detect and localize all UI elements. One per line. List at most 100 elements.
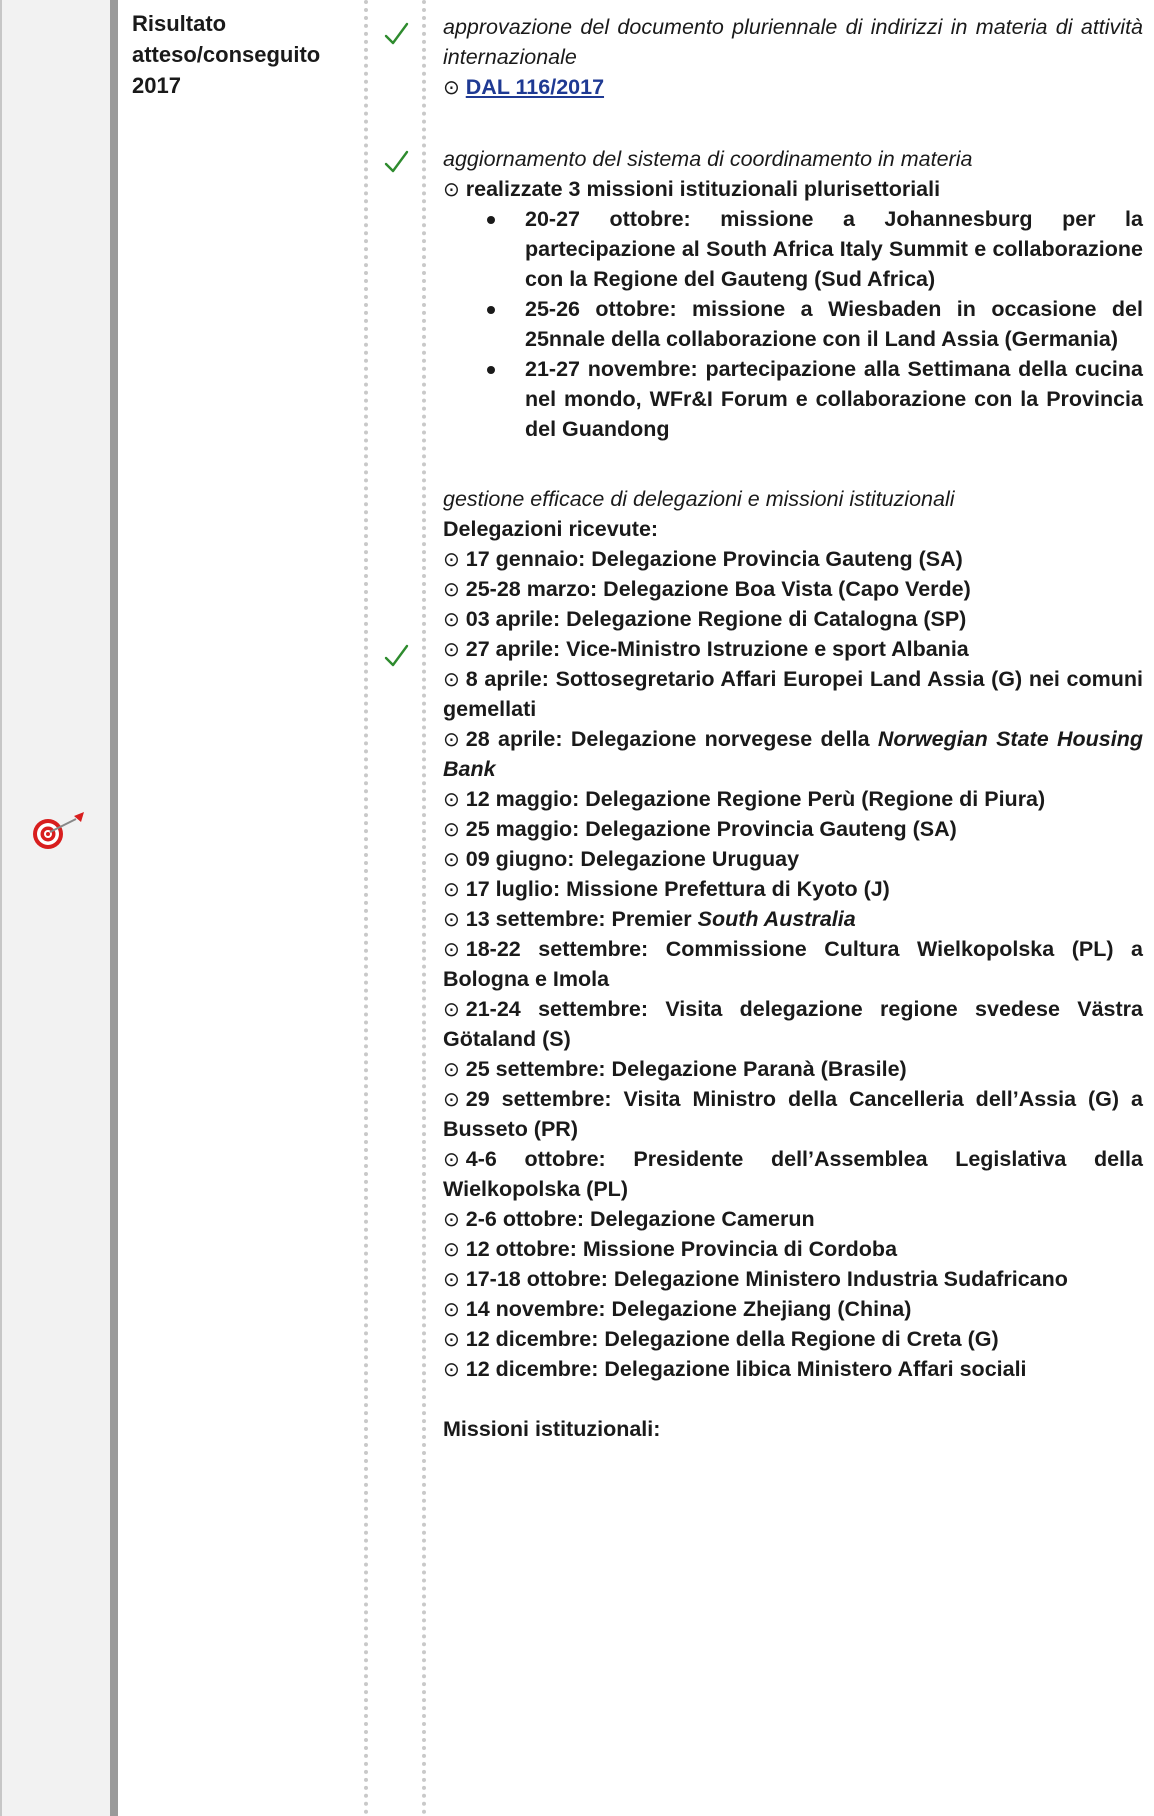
checkmark-icon: [384, 22, 409, 45]
column-separator: [110, 0, 118, 1816]
summary-line: ⊙ realizzate 3 missioni istituzionali plu…: [443, 174, 1143, 204]
list-item: 20-27 ottobre: missione a Johannesburg p…: [443, 204, 1143, 294]
delegation-text: 25 maggio: Delegazione Provincia Gauteng…: [465, 817, 957, 841]
delegation-text: 12 dicembre: Delegazione libica Minister…: [465, 1357, 1027, 1381]
circled-dot-bullet: ⊙: [443, 877, 460, 901]
circled-dot-bullet: ⊙: [443, 727, 460, 751]
list-item: ⊙ 17-18 ottobre: Delegazione Ministero In…: [443, 1264, 1143, 1294]
dotted-divider: [364, 0, 368, 1816]
list-item: ⊙ 25-28 marzo: Delegazione Boa Vista (Cap…: [443, 574, 1143, 604]
circled-dot-bullet: ⊙: [443, 937, 460, 961]
circled-dot-bullet: ⊙: [443, 907, 460, 931]
delegation-text: 12 maggio: Delegazione Regione Perù (Reg…: [465, 787, 1046, 811]
dal-link[interactable]: DAL 116/2017: [466, 75, 604, 99]
delegation-text: 14 novembre: Delegazione Zhejiang (China…: [465, 1297, 912, 1321]
list-item: ⊙ 17 gennaio: Delegazione Provincia Gaute…: [443, 544, 1143, 574]
circled-dot-bullet: ⊙: [443, 817, 460, 841]
delegation-text: 29 settembre: Visita Ministro della Canc…: [443, 1087, 1143, 1141]
list-item: ⊙ 18-22 settembre: Commissione Cultura Wi…: [443, 934, 1143, 994]
delegation-text: 25-28 marzo: Delegazione Boa Vista (Capo…: [465, 577, 971, 601]
list-item: ⊙ 28 aprile: Delegazione norvegese della …: [443, 724, 1143, 784]
circled-dot-bullet: ⊙: [443, 75, 460, 99]
circled-dot-bullet: ⊙: [443, 847, 460, 871]
content-cell: approvazione del documento pluriennale d…: [443, 12, 1143, 1444]
objective-title: gestione efficace di delegazioni e missi…: [443, 487, 955, 511]
circled-dot-bullet: ⊙: [443, 1267, 460, 1291]
delegation-text: 17 gennaio: Delegazione Provincia Gauten…: [465, 547, 963, 571]
mission-text: 21-27 novembre: partecipazione alla Sett…: [525, 357, 1143, 441]
circled-dot-bullet: ⊙: [443, 1237, 460, 1261]
mission-list: 20-27 ottobre: missione a Johannesburg p…: [443, 204, 1143, 444]
checkmark-icon: [384, 150, 409, 173]
checkmark-icon: [384, 644, 409, 667]
summary-text: realizzate 3 missioni istituzionali plur…: [465, 177, 941, 201]
list-item: ⊙ 2-6 ottobre: Delegazione Camerun: [443, 1204, 1143, 1234]
objective-item: approvazione del documento pluriennale d…: [443, 12, 1143, 102]
circled-dot-bullet: ⊙: [443, 787, 460, 811]
delegation-list: ⊙ 17 gennaio: Delegazione Provincia Gaute…: [443, 544, 1143, 1384]
delegation-italic-text: South Australia: [697, 907, 856, 931]
objective-item: aggiornamento del sistema di coordinamen…: [443, 144, 1143, 444]
list-item: ⊙ 12 maggio: Delegazione Regione Perù (Re…: [443, 784, 1143, 814]
list-item: ⊙ 12 ottobre: Missione Provincia di Cordo…: [443, 1234, 1143, 1264]
circled-dot-bullet: ⊙: [443, 1327, 460, 1351]
delegation-text: 09 giugno: Delegazione Uruguay: [465, 847, 800, 871]
link-line: ⊙ DAL 116/2017: [443, 72, 1143, 102]
list-item: 25-26 ottobre: missione a Wiesbaden in o…: [443, 294, 1143, 354]
circled-dot-bullet: ⊙: [443, 667, 460, 691]
list-item: ⊙ 17 luglio: Missione Prefettura di Kyoto…: [443, 874, 1143, 904]
list-item: ⊙ 25 maggio: Delegazione Provincia Gauten…: [443, 814, 1143, 844]
delegation-text: 17-18 ottobre: Delegazione Ministero Ind…: [465, 1267, 1068, 1291]
objective-item: gestione efficace di delegazioni e missi…: [443, 484, 1143, 1444]
icon-column: [0, 0, 110, 1816]
mission-text: 25-26 ottobre: missione a Wiesbaden in o…: [525, 297, 1143, 351]
circled-dot-bullet: ⊙: [443, 577, 460, 601]
list-item: ⊙ 13 settembre: Premier South Australia: [443, 904, 1143, 934]
list-item: ⊙ 27 aprile: Vice-Ministro Istruzione e s…: [443, 634, 1143, 664]
list-item: ⊙ 29 settembre: Visita Ministro della Can…: [443, 1084, 1143, 1144]
circled-dot-bullet: ⊙: [443, 637, 460, 661]
list-item: 21-27 novembre: partecipazione alla Sett…: [443, 354, 1143, 444]
objective-title: aggiornamento del sistema di coordinamen…: [443, 147, 973, 171]
row-label-line: Risultato: [132, 11, 227, 36]
circled-dot-bullet: ⊙: [443, 1087, 460, 1111]
delegation-text: 18-22 settembre: Commissione Cultura Wie…: [443, 937, 1143, 991]
list-item: ⊙ 12 dicembre: Delegazione della Regione …: [443, 1324, 1143, 1354]
circled-dot-bullet: ⊙: [443, 1297, 460, 1321]
delegation-text: 13 settembre: Premier: [465, 907, 698, 931]
table-row: Risultato atteso/conseguito 2017 approva…: [0, 0, 1154, 1816]
delegation-text: 8 aprile: Sottosegretario Affari Europei…: [443, 667, 1143, 721]
dotted-divider: [422, 0, 426, 1816]
circled-dot-bullet: ⊙: [443, 1147, 460, 1171]
list-item: ⊙ 21-24 settembre: Visita delegazione reg…: [443, 994, 1143, 1054]
target-dart-icon: [33, 812, 84, 849]
delegation-text: 12 dicembre: Delegazione della Regione d…: [465, 1327, 999, 1351]
circled-dot-bullet: ⊙: [443, 1207, 460, 1231]
list-item: ⊙ 25 settembre: Delegazione Paranà (Brasi…: [443, 1054, 1143, 1084]
list-item: ⊙ 4-6 ottobre: Presidente dell’Assemblea …: [443, 1144, 1143, 1204]
circled-dot-bullet: ⊙: [443, 547, 460, 571]
label-column: [118, 0, 365, 1816]
delegation-text: 4-6 ottobre: Presidente dell’Assemblea L…: [443, 1147, 1143, 1201]
delegation-text: 27 aprile: Vice-Ministro Istruzione e sp…: [465, 637, 969, 661]
row-label-line: 2017: [132, 73, 181, 98]
delegation-text: 28 aprile: Delegazione norvegese della: [465, 727, 878, 751]
delegation-text: 2-6 ottobre: Delegazione Camerun: [465, 1207, 815, 1231]
delegation-text: 03 aprile: Delegazione Regione di Catalo…: [465, 607, 967, 631]
list-item: ⊙ 12 dicembre: Delegazione libica Ministe…: [443, 1354, 1143, 1384]
missions-heading: Missioni istituzionali:: [443, 1417, 661, 1441]
list-item: ⊙ 09 giugno: Delegazione Uruguay: [443, 844, 1143, 874]
list-item: ⊙ 03 aprile: Delegazione Regione di Catal…: [443, 604, 1143, 634]
row-label: Risultato atteso/conseguito 2017: [132, 8, 362, 101]
row-label-line: atteso/conseguito: [132, 42, 321, 67]
delegations-heading: Delegazioni ricevute:: [443, 517, 659, 541]
objective-title: approvazione del documento pluriennale d…: [443, 15, 1143, 69]
circled-dot-bullet: ⊙: [443, 177, 460, 201]
circled-dot-bullet: ⊙: [443, 607, 460, 631]
delegation-text: 17 luglio: Missione Prefettura di Kyoto …: [465, 877, 890, 901]
circled-dot-bullet: ⊙: [443, 1057, 460, 1081]
delegation-text: 12 ottobre: Missione Provincia di Cordob…: [465, 1237, 898, 1261]
delegation-text: 25 settembre: Delegazione Paranà (Brasil…: [465, 1057, 907, 1081]
list-item: ⊙ 14 novembre: Delegazione Zhejiang (Chin…: [443, 1294, 1143, 1324]
mission-text: 20-27 ottobre: missione a Johannesburg p…: [525, 207, 1143, 291]
